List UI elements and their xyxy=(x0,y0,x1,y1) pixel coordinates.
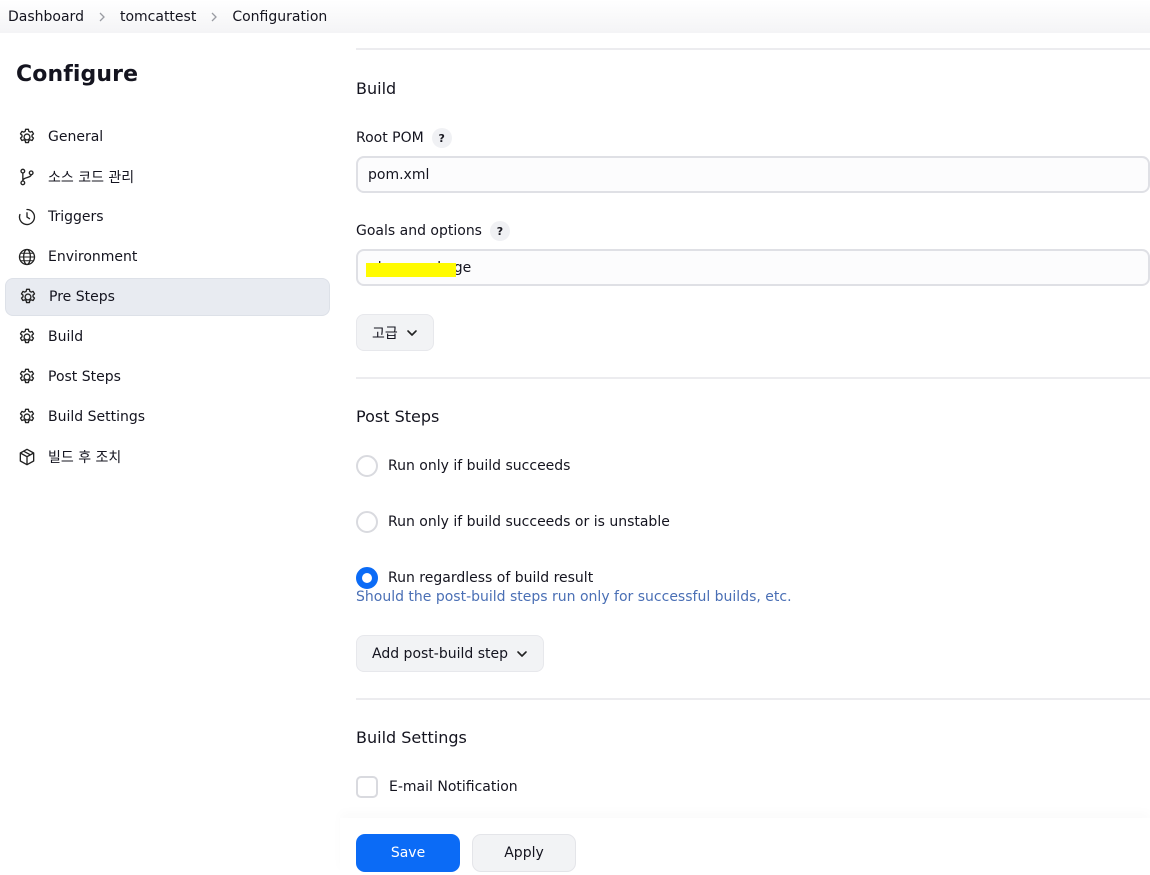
breadcrumb-dashboard[interactable]: Dashboard xyxy=(8,9,84,25)
package-icon xyxy=(16,446,38,468)
chevron-right-icon xyxy=(209,12,219,22)
chevron-down-icon xyxy=(517,650,527,657)
section-divider xyxy=(356,698,1150,700)
gear-icon xyxy=(16,366,38,388)
sidebar-nav: General 소스 코드 관리 Triggers Environment Pr… xyxy=(5,118,330,478)
build-settings-section-title: Build Settings xyxy=(356,728,467,747)
sidebar-item-label: 소스 코드 관리 xyxy=(48,170,135,186)
radio-run-if-succeeds-or-unstable[interactable]: Run only if build succeeds or is unstabl… xyxy=(356,511,670,533)
radio-run-if-succeeds[interactable]: Run only if build succeeds xyxy=(356,455,570,477)
radio-label: Run only if build succeeds xyxy=(388,458,571,474)
gear-icon xyxy=(16,326,38,348)
sidebar-item-post-build-actions[interactable]: 빌드 후 조치 xyxy=(5,438,330,476)
advanced-button[interactable]: 고급 xyxy=(356,314,434,351)
gear-icon xyxy=(16,406,38,428)
branch-icon xyxy=(16,166,38,188)
root-pom-label: Root POM ? xyxy=(356,128,452,148)
add-post-build-step-label: Add post-build step xyxy=(372,645,509,662)
add-post-build-step-button[interactable]: Add post-build step xyxy=(356,635,545,672)
email-notification-checkbox[interactable] xyxy=(356,776,378,798)
root-pom-input[interactable] xyxy=(356,156,1150,193)
radio-button[interactable] xyxy=(356,455,378,477)
sidebar-item-post-steps[interactable]: Post Steps xyxy=(5,358,330,396)
sidebar-item-environment[interactable]: Environment xyxy=(5,238,330,276)
sidebar-item-build[interactable]: Build xyxy=(5,318,330,356)
radio-label: Run regardless of build result xyxy=(388,570,594,586)
sidebar-item-triggers[interactable]: Triggers xyxy=(5,198,330,236)
apply-button[interactable]: Apply xyxy=(472,834,576,872)
radio-label: Run only if build succeeds or is unstabl… xyxy=(388,514,670,530)
sidebar-item-general[interactable]: General xyxy=(5,118,330,156)
radio-button-checked[interactable] xyxy=(356,567,378,589)
sidebar-item-label: Build xyxy=(48,329,84,345)
section-divider xyxy=(356,48,1150,50)
build-section-title: Build xyxy=(356,79,397,98)
page-title: Configure xyxy=(16,62,139,87)
radio-button[interactable] xyxy=(356,511,378,533)
gear-icon xyxy=(16,126,38,148)
chevron-right-icon xyxy=(97,12,107,22)
gear-icon xyxy=(17,286,39,308)
sidebar-item-label: Environment xyxy=(48,249,138,265)
email-notification-label: E-mail Notification xyxy=(389,779,518,795)
section-divider xyxy=(356,377,1150,379)
sidebar-item-label: Triggers xyxy=(48,209,104,225)
chevron-down-icon xyxy=(406,329,417,336)
radio-run-regardless[interactable]: Run regardless of build result xyxy=(356,567,593,589)
breadcrumb: Dashboard tomcattest Configuration xyxy=(0,0,1150,33)
clock-icon xyxy=(16,206,38,228)
email-notification-row[interactable]: E-mail Notification xyxy=(356,776,518,798)
globe-icon xyxy=(16,246,38,268)
sidebar-item-label: Build Settings xyxy=(48,409,146,425)
goals-label-text: Goals and options xyxy=(356,223,482,239)
post-steps-help-text: Should the post-build steps run only for… xyxy=(356,589,792,605)
breadcrumb-configuration[interactable]: Configuration xyxy=(232,9,327,25)
breadcrumb-project[interactable]: tomcattest xyxy=(120,9,196,25)
sidebar-item-label: General xyxy=(48,129,104,145)
advanced-button-label: 고급 xyxy=(372,325,398,342)
goals-label: Goals and options ? xyxy=(356,221,510,241)
root-pom-label-text: Root POM xyxy=(356,130,424,146)
sidebar-item-scm[interactable]: 소스 코드 관리 xyxy=(5,158,330,196)
post-steps-section-title: Post Steps xyxy=(356,407,440,426)
goals-input[interactable] xyxy=(356,249,1150,286)
sidebar-item-label: 빌드 후 조치 xyxy=(48,450,122,466)
help-icon[interactable]: ? xyxy=(431,128,452,148)
bottom-action-bar xyxy=(340,818,1150,875)
sidebar-item-label: Pre Steps xyxy=(49,289,115,305)
save-button[interactable]: Save xyxy=(356,834,460,872)
sidebar-item-label: Post Steps xyxy=(48,369,121,385)
sidebar-item-pre-steps[interactable]: Pre Steps xyxy=(5,278,330,316)
sidebar-item-build-settings[interactable]: Build Settings xyxy=(5,398,330,436)
help-icon[interactable]: ? xyxy=(489,221,510,241)
